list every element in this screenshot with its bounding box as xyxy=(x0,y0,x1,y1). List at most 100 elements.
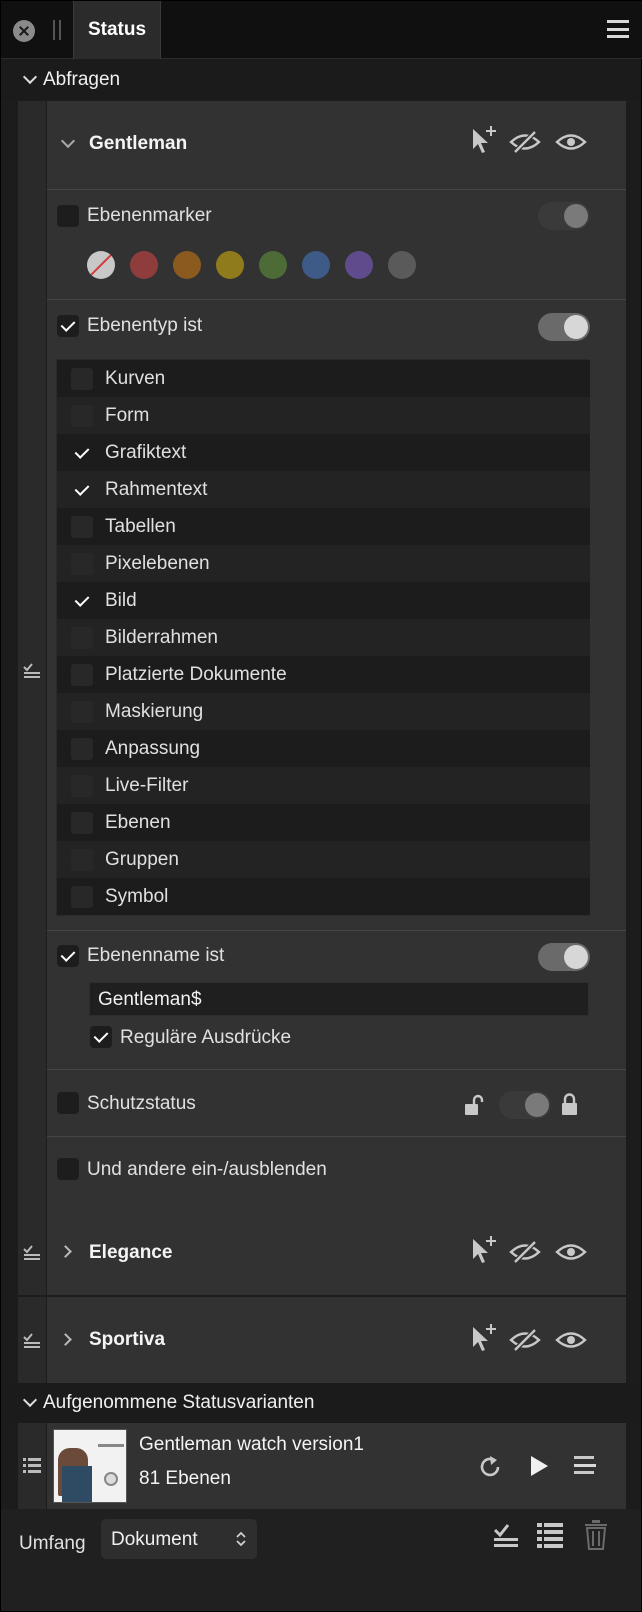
select-pointer-plus-icon[interactable] xyxy=(471,1235,497,1267)
layer-type-row[interactable]: Ebenen xyxy=(57,804,590,841)
layer-type-checkbox[interactable] xyxy=(71,627,93,649)
layer-type-checkbox[interactable] xyxy=(71,701,93,723)
lock-status-label: Schutzstatus xyxy=(87,1093,196,1114)
swatch-gray[interactable] xyxy=(388,251,416,279)
layer-type-checkbox[interactable] xyxy=(71,479,93,501)
locked-icon[interactable] xyxy=(559,1092,581,1116)
layer-type-row[interactable]: Symbol xyxy=(57,878,590,915)
layer-name-checkbox[interactable] xyxy=(57,945,79,967)
select-pointer-plus-icon[interactable] xyxy=(471,1323,497,1355)
others-label: Und andere ein-/ausblenden xyxy=(87,1159,327,1180)
layer-type-checkbox[interactable] xyxy=(57,315,79,337)
others-checkbox[interactable] xyxy=(57,1158,79,1180)
query-card-elegance[interactable]: Elegance xyxy=(47,1209,626,1295)
layer-name-input[interactable]: Gentleman$ xyxy=(89,982,589,1016)
layer-type-checkbox[interactable] xyxy=(71,442,93,464)
layer-type-row[interactable]: Maskierung xyxy=(57,693,590,730)
layer-type-label: Bild xyxy=(105,590,137,611)
queries-section-header[interactable]: Abfragen xyxy=(1,60,641,100)
layer-type-checkbox[interactable] xyxy=(71,775,93,797)
swatch-red[interactable] xyxy=(130,251,158,279)
query-card-sportiva[interactable]: Sportiva xyxy=(47,1297,626,1383)
captured-section-header[interactable]: Aufgenommene Statusvarianten xyxy=(1,1383,641,1423)
layer-type-row[interactable]: Bild xyxy=(57,582,590,619)
checklist-icon[interactable] xyxy=(23,1331,41,1349)
layer-type-checkbox[interactable] xyxy=(71,590,93,612)
layer-type-row[interactable]: Tabellen xyxy=(57,508,590,545)
chevron-down-icon xyxy=(22,1392,38,1408)
swatch-purple[interactable] xyxy=(345,251,373,279)
layer-type-checkbox[interactable] xyxy=(71,553,93,575)
drag-grip-icon[interactable] xyxy=(53,20,61,40)
layer-type-row[interactable]: Kurven xyxy=(57,360,590,397)
swatch-orange[interactable] xyxy=(173,251,201,279)
layer-marker-label: Ebenenmarker xyxy=(87,205,212,226)
layer-type-row[interactable]: Rahmentext xyxy=(57,471,590,508)
hide-icon[interactable] xyxy=(509,131,541,153)
swatch-blue[interactable] xyxy=(302,251,330,279)
state-menu-icon[interactable] xyxy=(574,1456,596,1474)
apply-checklist-icon[interactable] xyxy=(493,1521,519,1549)
close-icon[interactable] xyxy=(13,20,35,42)
list-view-icon[interactable] xyxy=(537,1521,563,1549)
chevron-right-icon[interactable] xyxy=(59,1245,72,1258)
select-pointer-plus-icon[interactable] xyxy=(471,125,497,157)
layer-type-label: Ebenentyp ist xyxy=(87,315,203,336)
show-icon[interactable] xyxy=(555,131,587,153)
layer-marker-toggle[interactable] xyxy=(538,202,590,230)
list-icon[interactable] xyxy=(23,1457,41,1475)
layer-type-row[interactable]: Platzierte Dokumente xyxy=(57,656,590,693)
layer-type-row[interactable]: Anpassung xyxy=(57,730,590,767)
layer-type-checkbox[interactable] xyxy=(71,405,93,427)
layer-type-label: Form xyxy=(105,405,150,426)
layer-type-checkbox[interactable] xyxy=(71,516,93,538)
swatch-none[interactable] xyxy=(87,251,115,279)
panel-menu-icon[interactable] xyxy=(607,20,629,38)
layer-type-checkbox[interactable] xyxy=(71,812,93,834)
scope-select[interactable]: Dokument xyxy=(101,1519,257,1559)
show-icon[interactable] xyxy=(555,1241,587,1263)
query-title: Gentleman xyxy=(89,133,188,154)
hide-icon[interactable] xyxy=(509,1329,541,1351)
scope-label: Umfang xyxy=(19,1533,86,1554)
regex-checkbox[interactable] xyxy=(90,1026,112,1048)
refresh-icon[interactable] xyxy=(477,1454,503,1480)
chevron-down-icon[interactable] xyxy=(60,133,76,149)
layer-type-toggle[interactable] xyxy=(538,313,590,341)
lock-status-checkbox[interactable] xyxy=(57,1092,79,1114)
swatch-yellow[interactable] xyxy=(216,251,244,279)
layer-type-row[interactable]: Form xyxy=(57,397,590,434)
lock-status-toggle[interactable] xyxy=(499,1091,551,1119)
query-header[interactable]: Gentleman xyxy=(47,101,626,189)
layer-type-row[interactable]: Grafiktext xyxy=(57,434,590,471)
divider xyxy=(47,930,626,931)
layer-type-checkbox[interactable] xyxy=(71,738,93,760)
layer-type-checkbox[interactable] xyxy=(71,849,93,871)
checklist-icon[interactable] xyxy=(23,661,41,679)
query-gutter xyxy=(18,101,46,1235)
show-icon[interactable] xyxy=(555,1329,587,1351)
state-name: Gentleman watch version1 xyxy=(139,1434,364,1455)
divider xyxy=(47,189,626,190)
play-icon[interactable] xyxy=(528,1454,550,1478)
chevron-right-icon[interactable] xyxy=(59,1333,72,1346)
captured-state-row[interactable]: Gentleman watch version1 81 Ebenen xyxy=(47,1423,626,1509)
layer-type-checkbox[interactable] xyxy=(71,886,93,908)
layer-type-list: Kurven Form Grafiktext Rahmentext Tabellen Pi… xyxy=(56,359,590,916)
hide-icon[interactable] xyxy=(509,1241,541,1263)
layer-type-row[interactable]: Bilderrahmen xyxy=(57,619,590,656)
layer-type-row[interactable]: Gruppen xyxy=(57,841,590,878)
layer-type-row[interactable]: Live-Filter xyxy=(57,767,590,804)
tab-status[interactable]: Status xyxy=(73,1,161,59)
layer-type-row[interactable]: Pixelebenen xyxy=(57,545,590,582)
swatch-green[interactable] xyxy=(259,251,287,279)
layer-name-toggle[interactable] xyxy=(538,943,590,971)
layer-marker-checkbox[interactable] xyxy=(57,205,79,227)
layer-type-checkbox[interactable] xyxy=(71,664,93,686)
trash-icon[interactable] xyxy=(584,1520,608,1550)
checklist-icon[interactable] xyxy=(23,1243,41,1261)
query-gutter xyxy=(18,1297,46,1383)
layer-type-checkbox[interactable] xyxy=(71,368,93,390)
query-card-gentleman: Gentleman Ebenenmarker Ebenentyp ist Kur… xyxy=(47,101,626,1235)
unlocked-icon[interactable] xyxy=(464,1094,486,1116)
